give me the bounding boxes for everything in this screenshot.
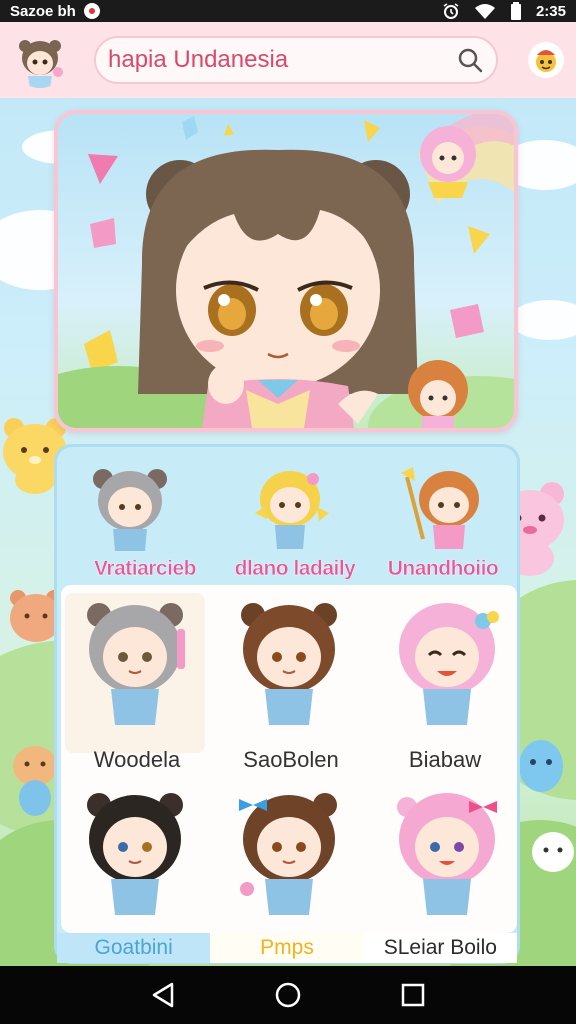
category-label: dlano ladaily (234, 557, 356, 580)
back-button[interactable] (143, 975, 183, 1015)
recents-square-icon (402, 983, 425, 1007)
brown-hair-girl-illustration (241, 603, 337, 725)
tab-first[interactable]: Goatbini (57, 933, 211, 963)
character-card[interactable] (377, 785, 517, 945)
gray-hair-character-icon (93, 469, 167, 551)
character-card[interactable] (219, 785, 359, 945)
character-card[interactable] (377, 593, 517, 753)
gray-hair-girl-illustration (87, 603, 185, 725)
category-item[interactable]: Unandhoiio (363, 459, 513, 580)
black-hair-girl-illustration (87, 793, 183, 915)
character-grid: Woodela SaoBolen Biabaw (61, 585, 517, 933)
home-button[interactable] (268, 975, 308, 1015)
character-card[interactable] (219, 593, 359, 753)
bottom-tab-bar: Goatbini Pmps SLeiar Boilo (57, 933, 517, 963)
pink-hair-bow-girl-illustration (397, 793, 497, 915)
back-triangle-icon (152, 982, 173, 1008)
category-label: Vratiarcieb (94, 557, 197, 580)
battery-icon (510, 2, 521, 20)
profile-avatar[interactable] (12, 32, 68, 88)
category-item[interactable]: dlano ladaily (215, 459, 365, 580)
clock-text: 2:35 (535, 2, 566, 20)
white-sheep-sticker (532, 832, 574, 872)
home-circle-icon (275, 982, 301, 1008)
status-bar: Sazoe bh 2:35 (0, 0, 576, 22)
notification-icon (83, 3, 100, 19)
tab-third[interactable]: SLeiar Boilo (363, 933, 517, 963)
search-input[interactable]: hapia Undanesia (108, 46, 456, 74)
system-nav-bar (0, 966, 576, 1024)
orange-cat-sticker (13, 746, 57, 816)
category-label: Unandhoiio (387, 557, 499, 580)
mascot-icon (536, 50, 556, 72)
carrier-text: Sazoe bh (10, 2, 76, 20)
character-card[interactable] (65, 785, 205, 945)
character-name: Woodela (93, 747, 181, 772)
category-item[interactable]: Vratiarcieb (65, 459, 215, 580)
category-panel: Vratiarcieb dlano ladaily Unandhoiio Woo… (54, 444, 520, 964)
wifi-icon (474, 4, 495, 19)
search-icon[interactable] (456, 46, 484, 74)
mascot-badge-button[interactable] (528, 42, 564, 78)
search-bar[interactable]: hapia Undanesia (94, 36, 498, 84)
top-header: hapia Undanesia (0, 22, 576, 98)
brown-hair-bow-girl-illustration (239, 793, 337, 915)
orange-hair-character-icon (401, 467, 479, 549)
recents-button[interactable] (393, 975, 433, 1015)
featured-banner[interactable] (54, 110, 518, 432)
blonde-character-icon (255, 471, 329, 549)
character-name: SaoBolen (243, 747, 339, 772)
tab-second[interactable]: Pmps (210, 933, 364, 963)
featured-character-illustration (58, 114, 514, 428)
character-name: Biabaw (408, 747, 482, 772)
character-card[interactable] (65, 593, 205, 753)
blue-blob-sticker (519, 740, 563, 792)
alarm-icon (443, 3, 459, 19)
pink-hair-girl-illustration (399, 603, 499, 725)
